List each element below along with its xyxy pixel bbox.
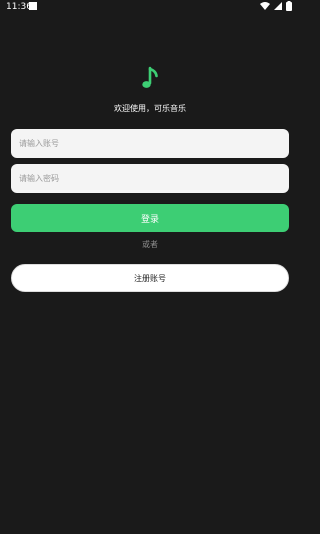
status-icons — [260, 1, 292, 11]
login-button[interactable]: 登录 — [11, 204, 289, 232]
battery-icon — [286, 1, 292, 11]
notification-icon — [29, 2, 37, 10]
music-note-icon — [142, 66, 158, 88]
password-input[interactable] — [19, 174, 289, 183]
register-button[interactable]: 注册账号 — [11, 264, 289, 292]
login-screen: 11:36 欢迎使用，可乐音乐 登录 或者 注册账号 — [0, 0, 300, 534]
wifi-icon — [260, 2, 270, 10]
account-input[interactable] — [19, 139, 289, 148]
register-button-label: 注册账号 — [134, 273, 166, 283]
signal-icon — [274, 2, 282, 10]
status-bar: 11:36 — [0, 0, 300, 14]
or-divider-text: 或者 — [142, 240, 158, 249]
login-button-label: 登录 — [140, 214, 159, 225]
account-field[interactable] — [11, 129, 289, 158]
welcome-text: 欢迎使用，可乐音乐 — [114, 104, 186, 113]
password-field[interactable] — [11, 164, 289, 193]
